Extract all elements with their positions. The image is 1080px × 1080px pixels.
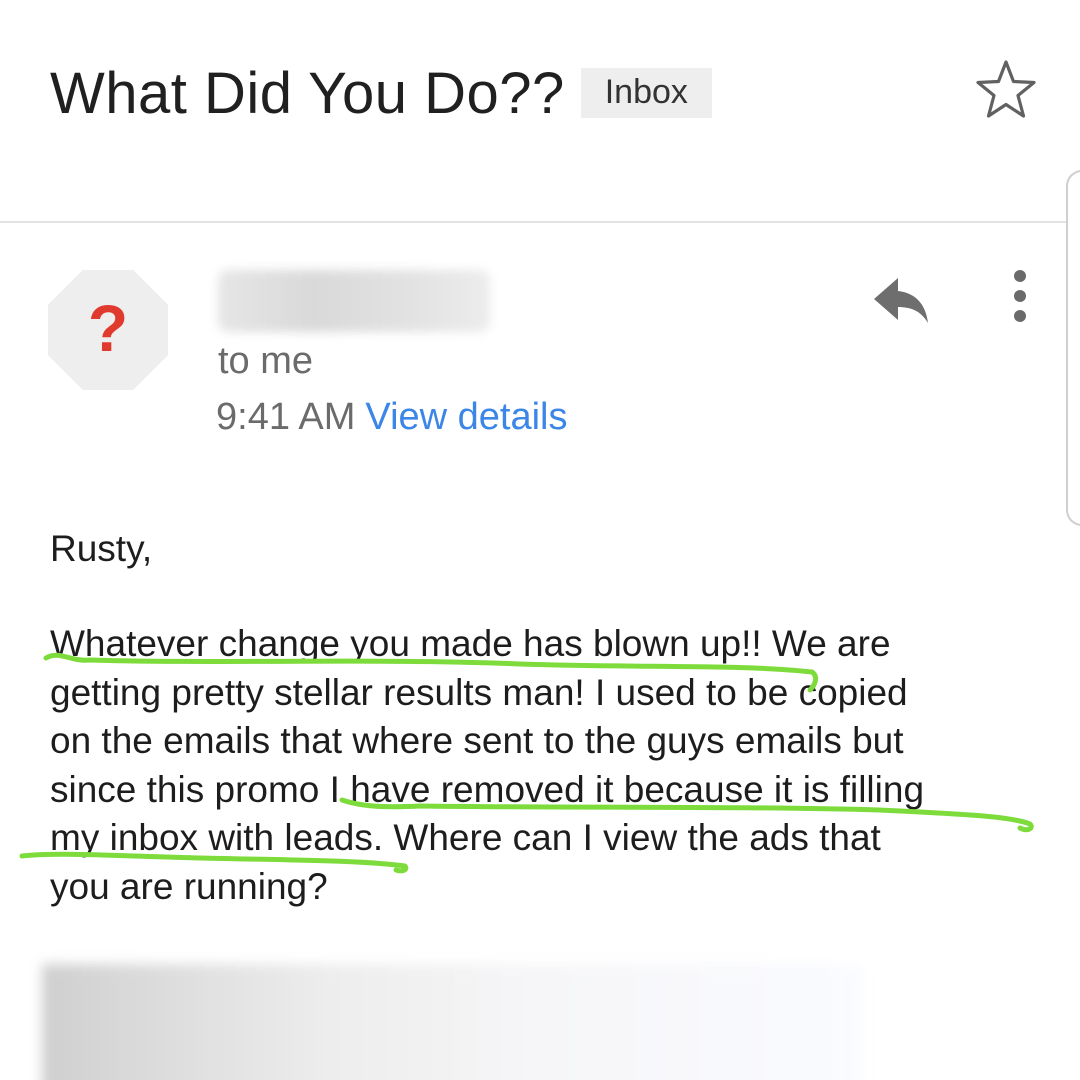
message-line: Whatever change you made has blown up!! … [50, 623, 891, 664]
sender-name-redacted [218, 270, 490, 332]
recipient-line: to me [218, 340, 314, 382]
inbox-label-chip[interactable]: Inbox [580, 68, 712, 118]
scroll-edge[interactable] [1066, 170, 1080, 526]
unknown-sender-icon: ? [87, 291, 129, 365]
view-details-link[interactable]: View details [365, 396, 567, 438]
subject-row: What Did You Do?? Inbox [50, 58, 712, 128]
message-body: Whatever change you made has blown up!! … [50, 620, 1040, 911]
message-line: you are running? [50, 865, 328, 907]
header-divider [0, 221, 1080, 223]
email-view: What Did You Do?? Inbox ? to me 9:41 AM V… [0, 0, 1080, 1080]
message-line: since this promo I have removed it becau… [50, 768, 925, 810]
attachment-preview-redacted[interactable] [42, 964, 862, 1080]
more-vert-icon[interactable] [1004, 266, 1036, 330]
message-greeting: Rusty, [50, 528, 153, 569]
highlight-underlines [19, 652, 1034, 874]
email-subject: What Did You Do?? [50, 60, 565, 126]
reply-icon[interactable] [868, 272, 932, 328]
message-line: my inbox with leads. Where can I view th… [50, 817, 881, 858]
sender-avatar[interactable]: ? [48, 270, 168, 390]
message-line: on the emails that where sent to the guy… [50, 720, 904, 761]
time-line: 9:41 AM View details [216, 396, 568, 439]
email-time: 9:41 AM [216, 396, 356, 438]
star-icon[interactable] [974, 58, 1038, 122]
message-line: getting pretty stellar results man! I us… [50, 671, 908, 713]
